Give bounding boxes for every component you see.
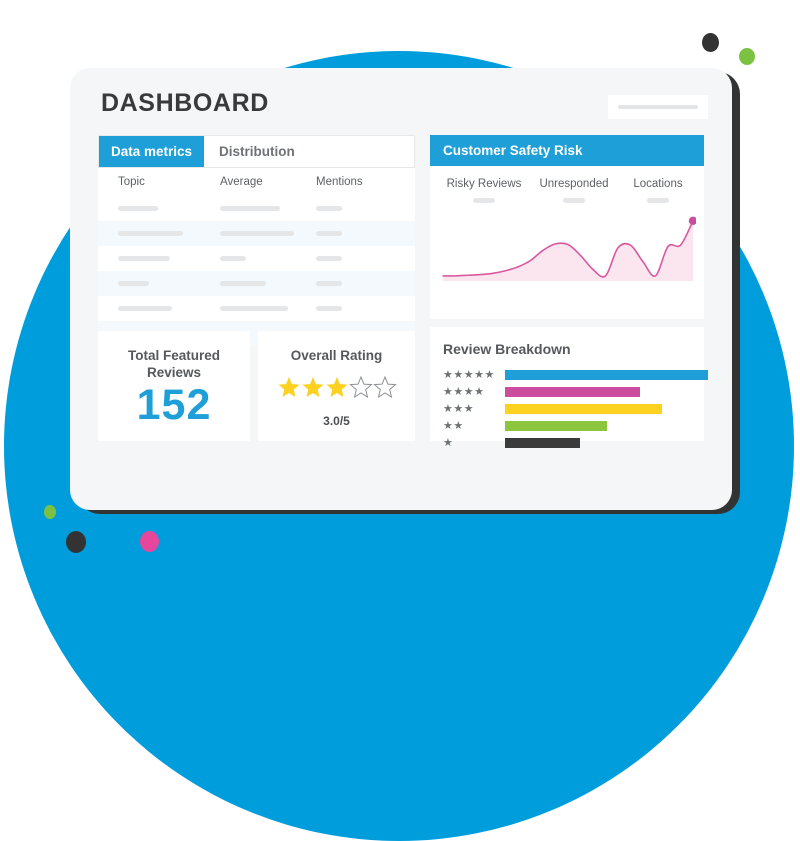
- table-row[interactable]: [98, 296, 415, 321]
- star-rating-label: ★★★★: [443, 386, 485, 398]
- table-cell-placeholder: [316, 206, 342, 211]
- review-breakdown-rows: ★★★★★ ★★★★ ★★★ ★★ ★: [443, 369, 708, 454]
- star-filled-icon: [326, 377, 347, 397]
- table-cell-placeholder: [220, 256, 246, 261]
- tab-data-metrics[interactable]: Data metrics: [99, 136, 205, 167]
- review-breakdown-row[interactable]: ★★★★★: [443, 369, 708, 383]
- column-header-average: Average: [220, 176, 263, 188]
- locations-placeholder-bar: [647, 198, 669, 203]
- overall-rating-star-row: [278, 375, 397, 399]
- total-featured-reviews-title-line2: Reviews: [146, 365, 202, 380]
- star-rating-label: ★★★★★: [443, 369, 495, 381]
- star-rating-label: ★★★: [443, 403, 475, 415]
- review-breakdown-bar: [505, 421, 607, 431]
- column-header-mentions: Mentions: [316, 176, 363, 188]
- review-breakdown-row[interactable]: ★★★★: [443, 386, 693, 400]
- table-cell-placeholder: [316, 306, 342, 311]
- table-cell-placeholder: [220, 306, 288, 311]
- metrics-column-headers: Topic Average Mentions: [98, 168, 415, 196]
- total-featured-reviews-title: Total Featured Reviews: [98, 347, 250, 381]
- data-metrics-panel: Data metrics Distribution Topic Average …: [98, 135, 415, 346]
- decorative-dot-green-top: [739, 48, 755, 65]
- unresponded-placeholder-bar: [563, 198, 585, 203]
- risk-area-chart-svg: [442, 216, 696, 281]
- tab-distribution[interactable]: Distribution: [207, 136, 307, 167]
- dashboard-window: DASHBOARD Data metrics Distribution Topi…: [70, 68, 732, 510]
- overall-rating-card: Overall Rating 3.0/5: [258, 331, 415, 441]
- column-header-unresponded: Unresponded: [539, 178, 609, 190]
- table-cell-placeholder: [220, 231, 294, 236]
- star-rating-label: ★★: [443, 420, 464, 432]
- table-cell-placeholder: [118, 231, 183, 236]
- review-breakdown-bar: [505, 387, 640, 397]
- review-breakdown-title: Review Breakdown: [443, 341, 571, 357]
- search-input[interactable]: [608, 95, 708, 119]
- total-featured-reviews-title-line1: Total Featured: [127, 348, 220, 363]
- customer-safety-risk-title: Customer Safety Risk: [443, 143, 583, 158]
- decorative-dot-green-bottom: [44, 505, 56, 519]
- review-breakdown-row[interactable]: ★: [443, 437, 693, 451]
- review-breakdown-bar: [505, 404, 662, 414]
- customer-safety-risk-panel: Customer Safety Risk Risky Reviews Unres…: [430, 135, 704, 319]
- review-breakdown-bar: [505, 438, 580, 448]
- overall-rating-stars: [258, 374, 415, 400]
- overall-rating-title: Overall Rating: [290, 348, 383, 363]
- risk-chart-endpoint-marker[interactable]: [688, 216, 696, 226]
- star-filled-icon: [302, 377, 323, 397]
- review-breakdown-bar: [505, 370, 708, 380]
- table-cell-placeholder: [316, 281, 342, 286]
- review-breakdown-panel: Review Breakdown ★★★★★ ★★★★ ★★★ ★★ ★: [430, 327, 708, 449]
- risky-reviews-placeholder-bar: [473, 198, 495, 203]
- metrics-tabbar: Data metrics Distribution: [98, 135, 415, 168]
- table-cell-placeholder: [220, 281, 266, 286]
- table-cell-placeholder: [316, 231, 342, 236]
- table-row[interactable]: [98, 196, 415, 221]
- metrics-table-rows: [98, 196, 415, 346]
- customer-safety-risk-header: Customer Safety Risk: [430, 135, 704, 166]
- customer-safety-risk-chart: [440, 209, 696, 309]
- table-cell-placeholder: [316, 256, 342, 261]
- risk-chart-area-fill: [443, 220, 693, 281]
- column-header-locations: Locations: [633, 178, 683, 190]
- review-breakdown-row[interactable]: ★★: [443, 420, 693, 434]
- column-header-topic: Topic: [118, 176, 145, 188]
- illustration-stage: DASHBOARD Data metrics Distribution Topi…: [0, 0, 800, 841]
- star-rating-label: ★: [443, 437, 454, 449]
- overall-rating-value: 3.0/5: [323, 414, 350, 428]
- decorative-dot-pink-bottom: [140, 531, 159, 552]
- review-breakdown-row[interactable]: ★★★: [443, 403, 693, 417]
- table-row[interactable]: [98, 246, 415, 271]
- table-cell-placeholder: [118, 206, 158, 211]
- star-filled-icon: [278, 377, 299, 397]
- table-cell-placeholder: [220, 206, 280, 211]
- star-empty-icon: [372, 375, 397, 399]
- search-placeholder-bar: [618, 105, 698, 109]
- table-cell-placeholder: [118, 256, 170, 261]
- decorative-dot-dark-bottom: [66, 531, 86, 553]
- total-featured-reviews-value: 152: [136, 381, 212, 429]
- table-cell-placeholder: [118, 306, 172, 311]
- table-row[interactable]: [98, 221, 415, 246]
- page-title: DASHBOARD: [101, 89, 269, 117]
- customer-safety-risk-columns: Risky Reviews Unresponded Locations: [430, 166, 704, 206]
- table-row[interactable]: [98, 271, 415, 296]
- total-featured-reviews-card: Total Featured Reviews 152: [98, 331, 250, 441]
- star-empty-icon: [348, 375, 373, 399]
- decorative-dot-dark-top: [702, 33, 719, 52]
- table-cell-placeholder: [118, 281, 149, 286]
- column-header-risky-reviews: Risky Reviews: [446, 178, 522, 190]
